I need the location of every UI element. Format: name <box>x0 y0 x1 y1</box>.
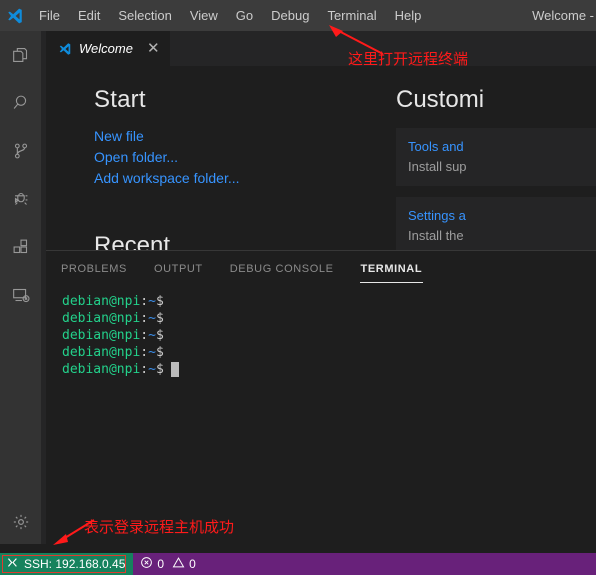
terminal-path: ~ <box>148 294 156 309</box>
status-remote-ssh[interactable]: SSH: 192.168.0.45 <box>0 553 134 575</box>
terminal-colon: : <box>140 294 149 309</box>
terminal-colon: : <box>140 328 149 343</box>
terminal-colon: : <box>140 345 149 360</box>
window-title: Welcome - <box>532 8 594 23</box>
menu-item-terminal[interactable]: Terminal <box>318 0 385 31</box>
terminal-line: debian@npi: ~ $ <box>62 327 596 344</box>
welcome-page: Start New file Open folder... Add worksp… <box>46 66 596 250</box>
start-link-add-workspace-folder[interactable]: Add workspace folder... <box>94 168 240 189</box>
tab-output[interactable]: OUTPUT <box>153 255 204 283</box>
tab-debug-console[interactable]: DEBUG CONSOLE <box>229 255 335 283</box>
activity-bar <box>0 31 41 544</box>
terminal-user-host: debian@npi <box>62 345 141 360</box>
start-link-open-folder[interactable]: Open folder... <box>94 147 178 168</box>
welcome-start-section: Start New file Open folder... Add worksp… <box>46 66 388 250</box>
terminal-sigil: $ <box>155 328 164 343</box>
tab-problems[interactable]: PROBLEMS <box>60 255 128 283</box>
files-explorer-icon[interactable] <box>0 31 41 79</box>
customize-card-desc: Install sup <box>408 159 467 174</box>
start-link-new-file[interactable]: New file <box>94 126 144 147</box>
vscode-logo-icon <box>58 42 72 56</box>
menu-item-go[interactable]: Go <box>227 0 262 31</box>
status-remote-label: SSH: 192.168.0.45 <box>24 557 126 571</box>
start-heading: Start <box>94 86 146 113</box>
status-problems[interactable]: 0 0 <box>133 553 202 575</box>
customize-card-settings[interactable]: Settings a Install the <box>396 197 596 250</box>
customize-card-title[interactable]: Settings a <box>408 208 596 223</box>
terminal-colon: : <box>140 362 149 377</box>
terminal-line: debian@npi: ~ $ <box>62 293 596 310</box>
terminal-sigil: $ <box>155 294 164 309</box>
terminal-user-host: debian@npi <box>62 311 141 326</box>
tab-terminal[interactable]: TERMINAL <box>359 255 424 283</box>
menu-item-file[interactable]: File <box>30 0 69 31</box>
menu-item-view[interactable]: View <box>181 0 227 31</box>
recent-heading: Recent <box>94 232 171 250</box>
vscode-logo-icon <box>0 0 30 31</box>
sidebar-sliver <box>41 31 46 544</box>
terminal-path: ~ <box>148 362 156 377</box>
source-control-branch-icon[interactable] <box>0 127 41 175</box>
error-circle-icon <box>140 556 153 572</box>
close-icon[interactable]: ✕ <box>147 41 160 56</box>
welcome-customize-section: Customi Tools and Install sup Settings a… <box>388 66 596 250</box>
gear-icon[interactable] <box>0 500 41 544</box>
terminal-user-host: debian@npi <box>62 328 141 343</box>
tab-welcome[interactable]: Welcome ✕ <box>46 31 171 66</box>
customize-card-title[interactable]: Tools and <box>408 139 596 154</box>
vscode-window: File Edit Selection View Go Debug Termin… <box>0 0 596 575</box>
menu-item-help[interactable]: Help <box>386 0 431 31</box>
terminal-user-host: debian@npi <box>62 362 141 377</box>
terminal-output[interactable]: debian@npi: ~ $ debian@npi: ~ $ debian@npi: ~… <box>46 286 596 378</box>
customize-card-tools[interactable]: Tools and Install sup <box>396 128 596 186</box>
terminal-cursor <box>170 362 179 377</box>
bottom-panel: PROBLEMS OUTPUT DEBUG CONSOLE TERMINAL d… <box>46 250 596 544</box>
title-bar: File Edit Selection View Go Debug Termin… <box>0 0 596 31</box>
search-icon[interactable] <box>0 79 41 127</box>
editor-area: Welcome ✕ Start New file Open folder... … <box>46 31 596 250</box>
status-warning-count: 0 <box>189 557 196 571</box>
tab-label: Welcome <box>79 41 133 56</box>
menu-item-debug[interactable]: Debug <box>262 0 318 31</box>
terminal-sigil: $ <box>155 311 164 326</box>
terminal-path: ~ <box>148 345 156 360</box>
status-error-count: 0 <box>157 557 165 571</box>
debug-bug-icon[interactable] <box>0 175 41 223</box>
terminal-line: debian@npi: ~ $ <box>62 310 596 327</box>
menu-item-edit[interactable]: Edit <box>69 0 109 31</box>
status-bar: SSH: 192.168.0.45 0 0 <box>0 553 596 575</box>
extensions-blocks-icon[interactable] <box>0 223 41 271</box>
panel-tab-bar: PROBLEMS OUTPUT DEBUG CONSOLE TERMINAL <box>46 251 596 286</box>
menu-item-selection[interactable]: Selection <box>109 0 180 31</box>
remote-explorer-monitor-icon[interactable] <box>0 271 41 319</box>
terminal-sigil: $ <box>155 345 164 360</box>
warning-triangle-icon <box>172 556 185 572</box>
terminal-path: ~ <box>148 328 156 343</box>
terminal-path: ~ <box>148 311 156 326</box>
terminal-sigil: $ <box>155 362 164 377</box>
terminal-line: debian@npi: ~ $ <box>62 344 596 361</box>
editor-tab-bar: Welcome ✕ <box>46 31 596 66</box>
terminal-line-active: debian@npi: ~ $ <box>62 361 596 378</box>
remote-ssh-icon <box>6 556 19 572</box>
terminal-colon: : <box>140 311 149 326</box>
customize-heading: Customi <box>396 86 485 113</box>
customize-card-desc: Install the <box>408 228 464 243</box>
menu-bar: File Edit Selection View Go Debug Termin… <box>30 0 430 31</box>
terminal-user-host: debian@npi <box>62 294 141 309</box>
